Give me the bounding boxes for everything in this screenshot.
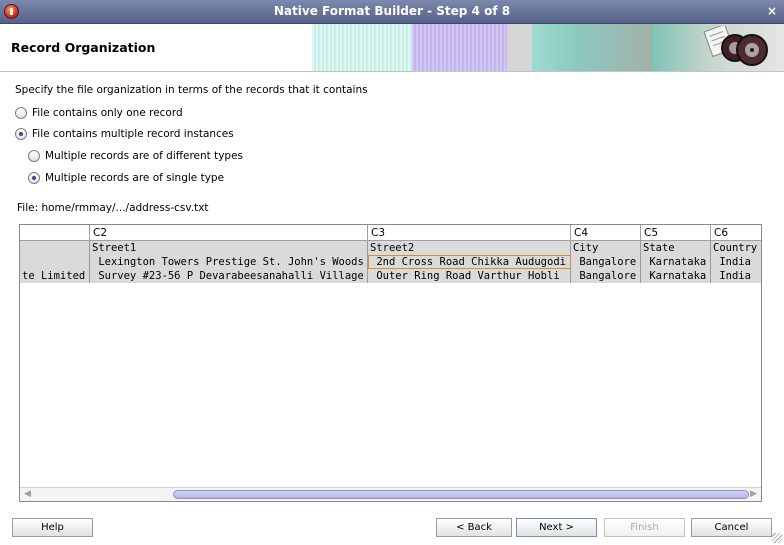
page-title: Record Organization (11, 40, 156, 55)
close-icon[interactable]: × (765, 4, 779, 18)
next-button[interactable]: Next > (516, 518, 597, 537)
column-header[interactable]: C6 (711, 225, 761, 241)
radio-label: Multiple records are of single type (45, 172, 225, 184)
radio-button[interactable] (28, 150, 40, 162)
radio-label: Multiple records are of different types (45, 150, 244, 162)
grid-cell[interactable]: Outer Ring Road Varthur Hobli (368, 269, 571, 283)
back-button[interactable]: < Back (436, 518, 512, 537)
grid-cell[interactable]: Bangalore (571, 269, 641, 283)
grid-cell[interactable]: Bangalore (571, 255, 641, 269)
grid-cell[interactable]: Karnataka (641, 269, 711, 283)
column-header[interactable] (20, 225, 90, 241)
grid-cell[interactable]: 2nd Cross Road Chikka Audugodi (368, 255, 571, 269)
resize-grip-icon[interactable] (772, 533, 782, 543)
grid-cell[interactable]: Survey #23-56 P Devarabeesanahalli Villa… (90, 269, 368, 283)
column-header[interactable]: C4 (571, 225, 641, 241)
grid-cell[interactable]: Street1 (90, 241, 368, 255)
grid-cell[interactable] (20, 255, 90, 269)
finish-button[interactable]: Finish (604, 518, 685, 537)
window-title: Native Format Builder - Step 4 of 8 (273, 4, 511, 18)
wizard-graphic-icon (703, 26, 768, 66)
file-path-label: File: home/rmmay/.../address-csv.txt (17, 202, 209, 214)
window-titlebar: Native Format Builder - Step 4 of 8 × (0, 0, 784, 24)
radio-label: File contains multiple record instances (32, 128, 234, 140)
radio-button[interactable] (15, 128, 27, 140)
grid-cell[interactable]: India (711, 255, 761, 269)
scroll-right-icon[interactable]: ▶ (750, 489, 757, 499)
grid-cell[interactable]: Street2 (368, 241, 571, 255)
horizontal-scrollbar[interactable]: ◀ ▶ (20, 487, 761, 501)
radio-different-types[interactable]: Multiple records are of different types (28, 150, 243, 162)
column-header[interactable]: C3 (368, 225, 571, 241)
grid-cell[interactable]: Lexington Towers Prestige St. John's Woo… (90, 255, 368, 269)
scroll-thumb[interactable] (173, 490, 749, 499)
grid-cell[interactable]: State (641, 241, 711, 255)
radio-single-type[interactable]: Multiple records are of single type (28, 172, 224, 184)
grid-cell[interactable]: Karnataka (641, 255, 711, 269)
wizard-header: Record Organization (0, 24, 784, 72)
radio-single-record[interactable]: File contains only one record (15, 107, 183, 119)
radio-button[interactable] (15, 107, 27, 119)
radio-label: File contains only one record (32, 107, 183, 119)
grid-cell[interactable]: Country (711, 241, 761, 255)
data-preview-grid[interactable]: te Limited C2 Street1 Lexington Towers Pre… (19, 224, 762, 502)
help-button[interactable]: Help (12, 518, 93, 537)
radio-button[interactable] (28, 172, 40, 184)
cancel-button[interactable]: Cancel (691, 518, 772, 537)
grid-cell[interactable]: te Limited (20, 269, 90, 283)
instruction-text: Specify the file organization in terms o… (15, 84, 368, 96)
grid-cell[interactable] (20, 241, 90, 255)
column-header[interactable]: C5 (641, 225, 711, 241)
header-banner (312, 24, 784, 71)
grid-cell[interactable]: India (711, 269, 761, 283)
radio-multiple-instances[interactable]: File contains multiple record instances (15, 128, 234, 140)
column-header[interactable]: C2 (90, 225, 368, 241)
grid-cell[interactable]: City (571, 241, 641, 255)
scroll-left-icon[interactable]: ◀ (24, 489, 31, 499)
